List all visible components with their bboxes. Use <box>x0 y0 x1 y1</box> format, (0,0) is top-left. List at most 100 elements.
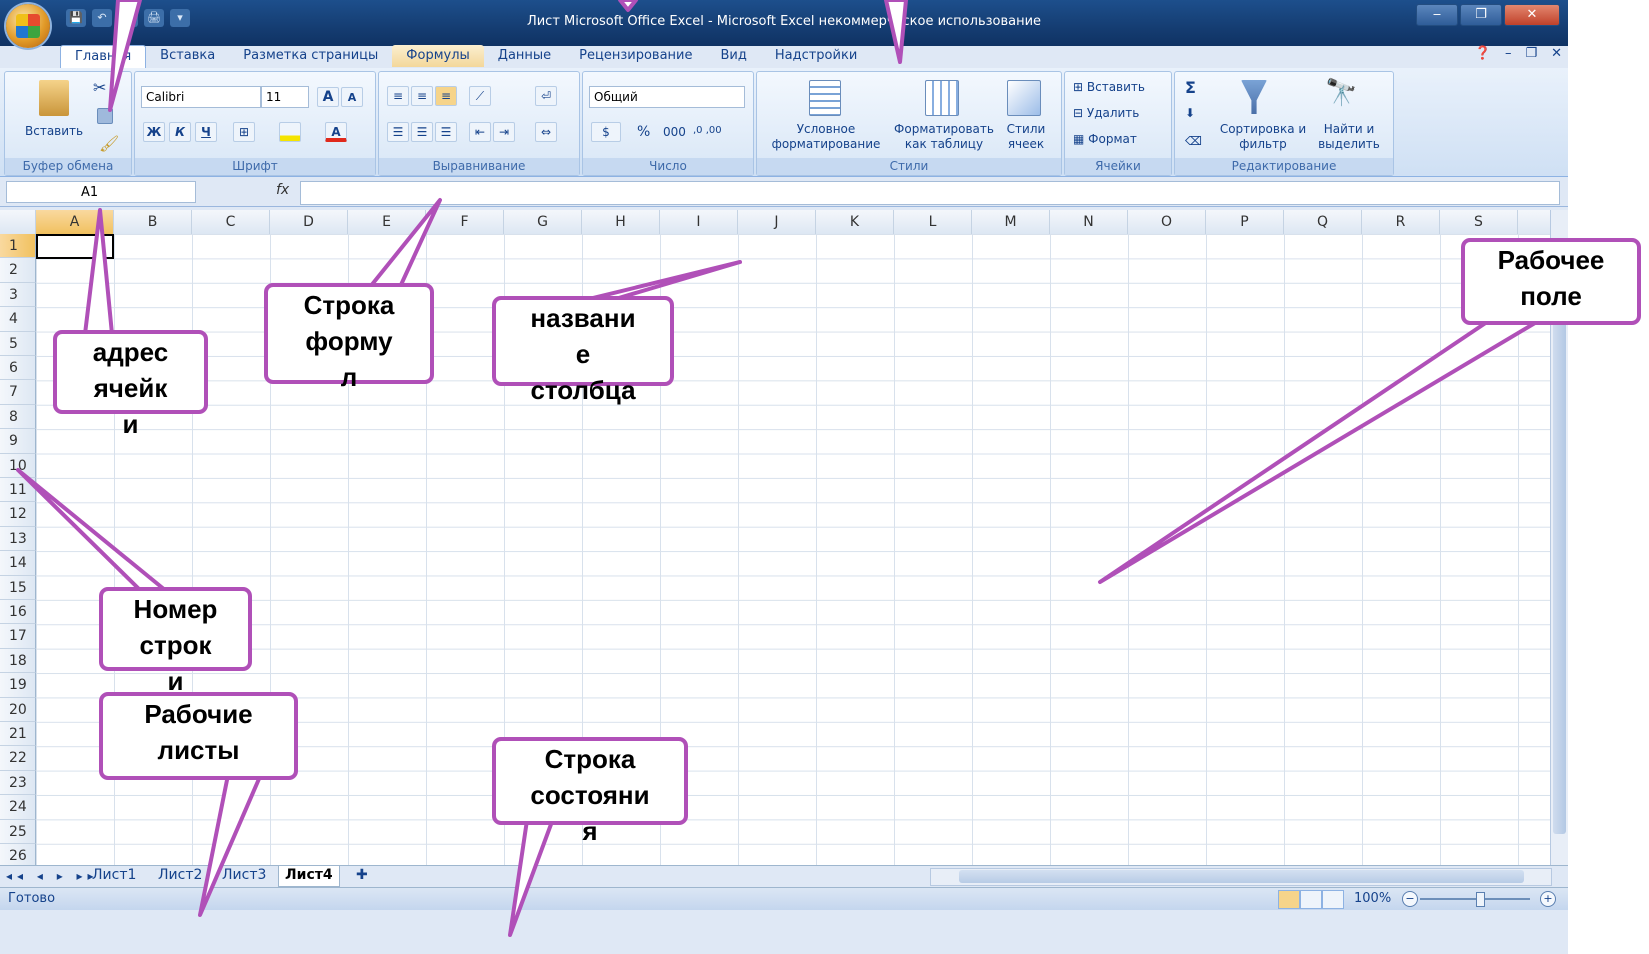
column-header[interactable]: H <box>582 210 660 234</box>
sheet-tab-2[interactable]: Лист2 <box>152 866 208 886</box>
increase-indent-icon[interactable]: ⇥ <box>493 122 515 142</box>
row-header[interactable]: 4 <box>0 307 36 332</box>
row-header[interactable]: 12 <box>0 502 36 527</box>
cut-icon[interactable]: ✂ <box>93 78 106 97</box>
conditional-formatting-button[interactable]: Условное форматирование <box>761 122 891 152</box>
format-painter-icon[interactable]: 🖌 <box>99 134 119 153</box>
close-doc-icon[interactable]: ✕ <box>1551 46 1562 61</box>
row-header[interactable]: 6 <box>0 356 36 381</box>
active-cell-a1[interactable] <box>36 234 114 259</box>
column-header[interactable]: P <box>1206 210 1284 234</box>
autosum-button[interactable]: Σ <box>1185 78 1196 97</box>
column-header[interactable]: R <box>1362 210 1440 234</box>
column-header[interactable]: L <box>894 210 972 234</box>
sheet-nav-buttons[interactable]: ◂◂ ◂ ▸ ▸▸ <box>6 869 99 883</box>
underline-button[interactable]: Ч <box>195 122 217 142</box>
decrease-indent-icon[interactable]: ⇤ <box>469 122 491 142</box>
row-header[interactable]: 10 <box>0 453 36 478</box>
find-icon[interactable]: 🔭 <box>1325 78 1357 108</box>
fill-icon[interactable]: ⬇ <box>1185 106 1195 120</box>
merge-center-icon[interactable]: ⇔ <box>535 122 557 142</box>
format-as-table-button[interactable]: Форматировать как таблицу <box>889 122 999 152</box>
restore-doc-icon[interactable]: ❐ <box>1525 46 1537 61</box>
grow-font-button[interactable]: A <box>317 87 339 107</box>
tab-data[interactable]: Данные <box>484 45 565 67</box>
paste-icon[interactable] <box>39 80 69 116</box>
row-header[interactable]: 26 <box>0 844 36 865</box>
row-header[interactable]: 1 <box>0 234 36 259</box>
italic-button[interactable]: К <box>169 122 191 142</box>
insert-function-icon[interactable]: fx <box>276 182 289 198</box>
tab-view[interactable]: Вид <box>707 45 761 67</box>
cell-styles-button[interactable]: Стили ячеек <box>1001 122 1051 152</box>
align-bottom-icon[interactable]: ≡ <box>435 86 457 106</box>
page-break-view-icon[interactable] <box>1322 890 1344 909</box>
decimal-buttons[interactable]: ,0 ,00 <box>693 125 722 136</box>
row-header[interactable]: 11 <box>0 478 36 503</box>
column-header[interactable]: G <box>504 210 582 234</box>
row-header[interactable]: 17 <box>0 624 36 649</box>
align-right-icon[interactable]: ☰ <box>435 122 457 142</box>
sheet-tab-4[interactable]: Лист4 <box>278 866 340 887</box>
row-header[interactable]: 25 <box>0 819 36 844</box>
zoom-slider-knob[interactable] <box>1476 892 1485 907</box>
row-header[interactable]: 21 <box>0 722 36 747</box>
column-header[interactable]: J <box>738 210 816 234</box>
align-center-icon[interactable]: ☰ <box>411 122 433 142</box>
row-header[interactable]: 16 <box>0 600 36 625</box>
column-header[interactable]: S <box>1440 210 1518 234</box>
horizontal-scrollbar[interactable] <box>930 868 1552 886</box>
row-header[interactable]: 22 <box>0 746 36 771</box>
column-header[interactable]: C <box>192 210 270 234</box>
row-header[interactable]: 18 <box>0 648 36 674</box>
formula-input[interactable] <box>300 181 1560 205</box>
orientation-icon[interactable]: ⟋ <box>469 86 491 106</box>
format-cells-button[interactable]: ▦ Формат <box>1073 132 1137 146</box>
zoom-out-button[interactable]: − <box>1402 891 1418 907</box>
vertical-scroll-thumb[interactable] <box>1553 294 1566 834</box>
restore-button[interactable]: ❐ <box>1460 4 1502 26</box>
tab-page-layout[interactable]: Разметка страницы <box>229 45 392 67</box>
conditional-formatting-icon[interactable] <box>809 80 841 116</box>
select-all-corner[interactable] <box>0 210 36 234</box>
tab-insert[interactable]: Вставка <box>146 45 229 67</box>
sheet-tab-3[interactable]: Лист3 <box>216 866 272 886</box>
delete-cells-button[interactable]: ⊟ Удалить <box>1073 106 1139 120</box>
row-header[interactable]: 9 <box>0 429 36 454</box>
insert-sheet-icon[interactable]: ✚ <box>350 866 374 886</box>
column-header[interactable]: F <box>426 210 504 234</box>
page-layout-view-icon[interactable] <box>1300 890 1322 909</box>
row-header[interactable]: 7 <box>0 380 36 405</box>
row-header[interactable]: 23 <box>0 770 36 796</box>
row-header[interactable]: 14 <box>0 551 36 576</box>
tab-formulas[interactable]: Формулы <box>392 45 484 67</box>
minimize-ribbon-icon[interactable]: – <box>1505 46 1512 61</box>
align-top-icon[interactable]: ≡ <box>387 86 409 106</box>
bold-button[interactable]: Ж <box>143 122 165 142</box>
number-format-combo[interactable]: Общий <box>589 86 745 108</box>
normal-view-icon[interactable] <box>1278 890 1300 909</box>
minimize-button[interactable]: ‒ <box>1416 4 1458 26</box>
row-header[interactable]: 3 <box>0 282 36 308</box>
clear-icon[interactable]: ⌫ <box>1185 134 1202 148</box>
help-icon[interactable]: ❓ <box>1475 46 1491 61</box>
column-header[interactable]: M <box>972 210 1050 234</box>
copy-icon[interactable] <box>97 108 113 124</box>
row-header[interactable]: 13 <box>0 526 36 552</box>
column-header[interactable]: Q <box>1284 210 1362 234</box>
tab-review[interactable]: Рецензирование <box>565 45 706 67</box>
tab-home[interactable]: Главная <box>60 45 147 70</box>
insert-cells-button[interactable]: ⊞ Вставить <box>1073 80 1145 94</box>
row-header[interactable]: 24 <box>0 795 36 820</box>
format-as-table-icon[interactable] <box>925 80 959 116</box>
thousands-button[interactable]: 000 <box>663 125 686 139</box>
row-header[interactable]: 19 <box>0 673 36 698</box>
column-header[interactable]: B <box>114 210 192 234</box>
font-size-combo[interactable]: 11 <box>261 86 309 108</box>
font-color-button[interactable]: A <box>325 122 347 142</box>
currency-icon[interactable]: $ <box>591 122 621 142</box>
percent-button[interactable]: % <box>637 124 650 140</box>
row-header[interactable]: 5 <box>0 331 36 356</box>
align-middle-icon[interactable]: ≡ <box>411 86 433 106</box>
row-header[interactable]: 15 <box>0 575 36 600</box>
